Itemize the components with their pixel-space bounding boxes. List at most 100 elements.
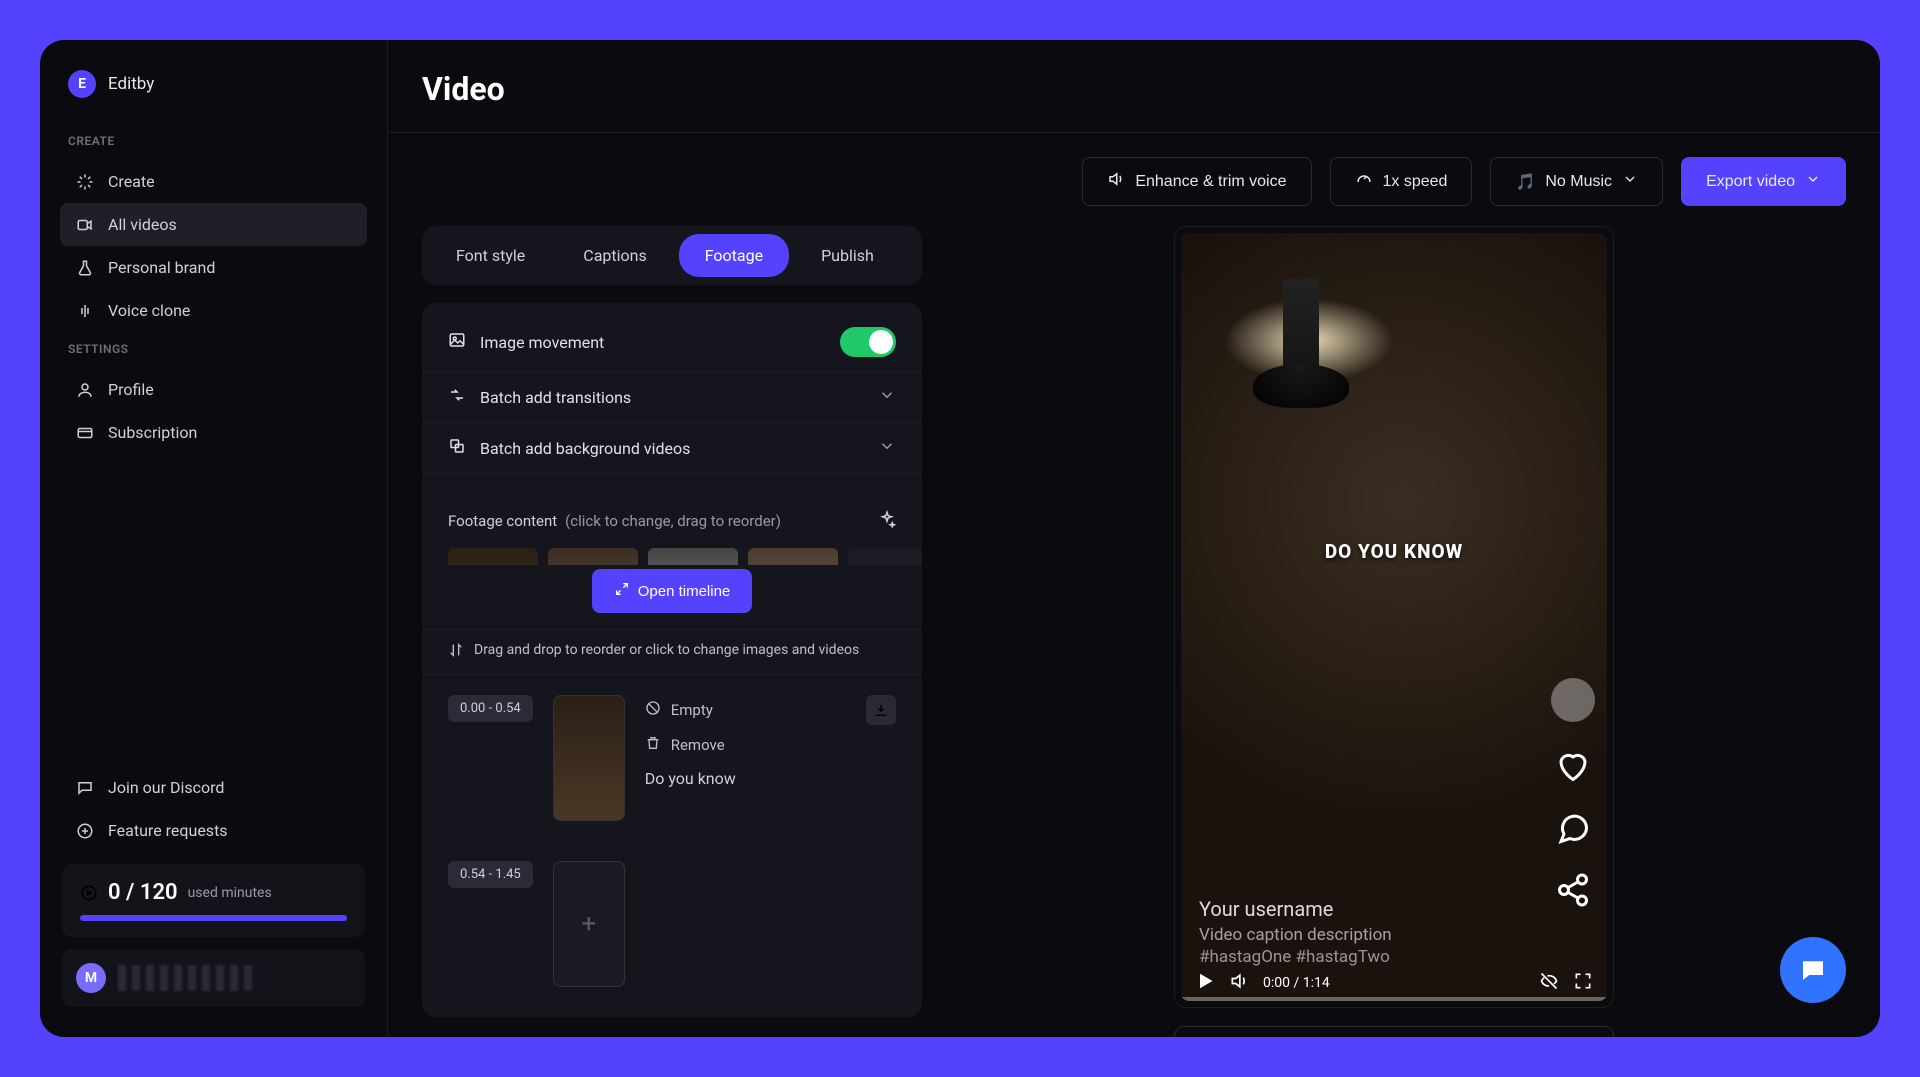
sidebar-item-label: Join our Discord <box>108 778 224 797</box>
shot-time-badge: 0.54 - 1.45 <box>448 861 533 888</box>
setting-label: Image movement <box>480 333 604 352</box>
button-label: 1x speed <box>1383 173 1448 191</box>
fullscreen-icon[interactable] <box>1573 971 1593 995</box>
sparkle-icon[interactable] <box>878 510 896 532</box>
sidebar-item-label: All videos <box>108 215 177 234</box>
setting-label: Batch add transitions <box>480 388 631 407</box>
setting-label: Batch add background videos <box>480 439 690 458</box>
enhance-voice-button[interactable]: Enhance & trim voice <box>1082 157 1311 206</box>
chat-bubble-icon <box>1798 955 1828 985</box>
tab-captions[interactable]: Captions <box>557 234 672 277</box>
usage-progress <box>80 915 347 921</box>
sidebar-item-label: Voice clone <box>108 301 190 320</box>
shot-remove-button[interactable]: Remove <box>645 735 896 755</box>
sidebar-item-label: Create <box>108 172 155 191</box>
chat-icon <box>76 779 94 797</box>
sidebar-item-subscription[interactable]: Subscription <box>60 411 367 454</box>
music-icon: 🎵 <box>1515 172 1535 192</box>
ban-icon <box>645 700 661 720</box>
brand: E Editby <box>60 70 367 124</box>
image-movement-toggle[interactable] <box>840 327 896 357</box>
profile-avatar-icon <box>1551 678 1595 722</box>
username-overlay: Your username <box>1199 897 1333 921</box>
hint-label: Drag and drop to reorder or click to cha… <box>474 642 859 662</box>
image-icon <box>448 331 466 353</box>
heart-icon <box>1555 748 1591 784</box>
footage-hint: (click to change, drag to reorder) <box>565 512 781 530</box>
chat-fab[interactable] <box>1780 937 1846 1003</box>
button-label: Open timeline <box>638 583 731 600</box>
play-icon[interactable] <box>1195 971 1215 995</box>
warning-message: ⚠️ Image flickering and voice repeated h… <box>1174 1026 1614 1037</box>
shot-thumb-add[interactable]: + <box>553 861 625 987</box>
user-card[interactable]: M <box>62 949 365 1007</box>
footage-thumb[interactable] <box>648 548 738 565</box>
video-icon <box>76 216 94 234</box>
flask-icon <box>76 259 94 277</box>
download-icon <box>873 702 889 718</box>
share-icon <box>1555 872 1591 908</box>
footage-thumb[interactable] <box>748 548 838 565</box>
music-button[interactable]: 🎵 No Music <box>1490 157 1663 206</box>
waveform-icon <box>76 302 94 320</box>
shot-row: 0.00 - 0.54 Empty <box>422 675 922 841</box>
comment-icon <box>1555 810 1591 846</box>
usage-suffix: used minutes <box>188 885 272 901</box>
description-overlay: Video caption description <box>1199 925 1392 945</box>
sidebar-item-feature-requests[interactable]: Feature requests <box>60 809 367 852</box>
shot-row: 0.54 - 1.45 + <box>422 841 922 1007</box>
updown-icon <box>448 642 464 662</box>
setting-batch-transitions[interactable]: Batch add transitions <box>422 372 922 423</box>
shot-thumb[interactable] <box>553 695 625 821</box>
footage-thumb[interactable] <box>548 548 638 565</box>
button-label: Enhance & trim voice <box>1135 173 1286 191</box>
sidebar-item-discord[interactable]: Join our Discord <box>60 766 367 809</box>
footage-thumbnails <box>422 542 922 565</box>
setting-batch-bg-videos[interactable]: Batch add background videos <box>422 423 922 474</box>
shot-time-badge: 0.00 - 0.54 <box>448 695 533 722</box>
sidebar-item-label: Personal brand <box>108 258 215 277</box>
eye-off-icon[interactable] <box>1539 971 1559 995</box>
export-video-button[interactable]: Export video <box>1681 157 1846 206</box>
reorder-hint: Drag and drop to reorder or click to cha… <box>422 629 922 675</box>
tab-publish[interactable]: Publish <box>795 234 900 277</box>
shot-caption: Do you know <box>645 769 896 788</box>
avatar: M <box>76 963 106 993</box>
trash-icon <box>645 735 661 755</box>
video-preview[interactable]: DO YOU KNOW Your username Video caption … <box>1181 233 1607 1001</box>
sidebar-item-all-videos[interactable]: All videos <box>60 203 367 246</box>
sidebar-item-create[interactable]: Create <box>60 160 367 203</box>
layers-icon <box>448 437 466 459</box>
chevron-down-icon <box>1805 171 1821 192</box>
shot-empty-button[interactable]: Empty <box>645 700 713 720</box>
gauge-icon <box>1355 170 1373 193</box>
open-timeline-button[interactable]: Open timeline <box>592 569 753 613</box>
speed-button[interactable]: 1x speed <box>1330 157 1473 206</box>
tab-font-style[interactable]: Font style <box>430 234 551 277</box>
card-icon <box>76 424 94 442</box>
setting-image-movement: Image movement <box>422 313 922 372</box>
footage-title: Footage content <box>448 512 557 530</box>
volume-icon[interactable] <box>1229 971 1249 995</box>
footage-thumb[interactable] <box>448 548 538 565</box>
section-label-create: CREATE <box>60 124 367 160</box>
usage-count: 0 / 120 <box>108 880 178 905</box>
footage-header: Footage content (click to change, drag t… <box>422 494 922 542</box>
sidebar-item-voice-clone[interactable]: Voice clone <box>60 289 367 332</box>
sidebar-item-profile[interactable]: Profile <box>60 368 367 411</box>
sidebar-item-label: Profile <box>108 380 154 399</box>
brand-badge: E <box>68 70 96 98</box>
chevron-down-icon <box>878 386 896 408</box>
player-progress[interactable] <box>1181 997 1607 1001</box>
brand-name: Editby <box>108 74 154 94</box>
sidebar-item-personal-brand[interactable]: Personal brand <box>60 246 367 289</box>
plus-circle-icon <box>76 822 94 840</box>
play-circle-icon <box>80 884 98 902</box>
download-button[interactable] <box>866 695 896 725</box>
tab-footage[interactable]: Footage <box>679 234 789 277</box>
chevron-down-icon <box>1622 171 1638 192</box>
action-label: Empty <box>671 701 713 719</box>
footage-thumb[interactable] <box>848 548 922 565</box>
button-label: Export video <box>1706 173 1795 191</box>
transitions-icon <box>448 386 466 408</box>
